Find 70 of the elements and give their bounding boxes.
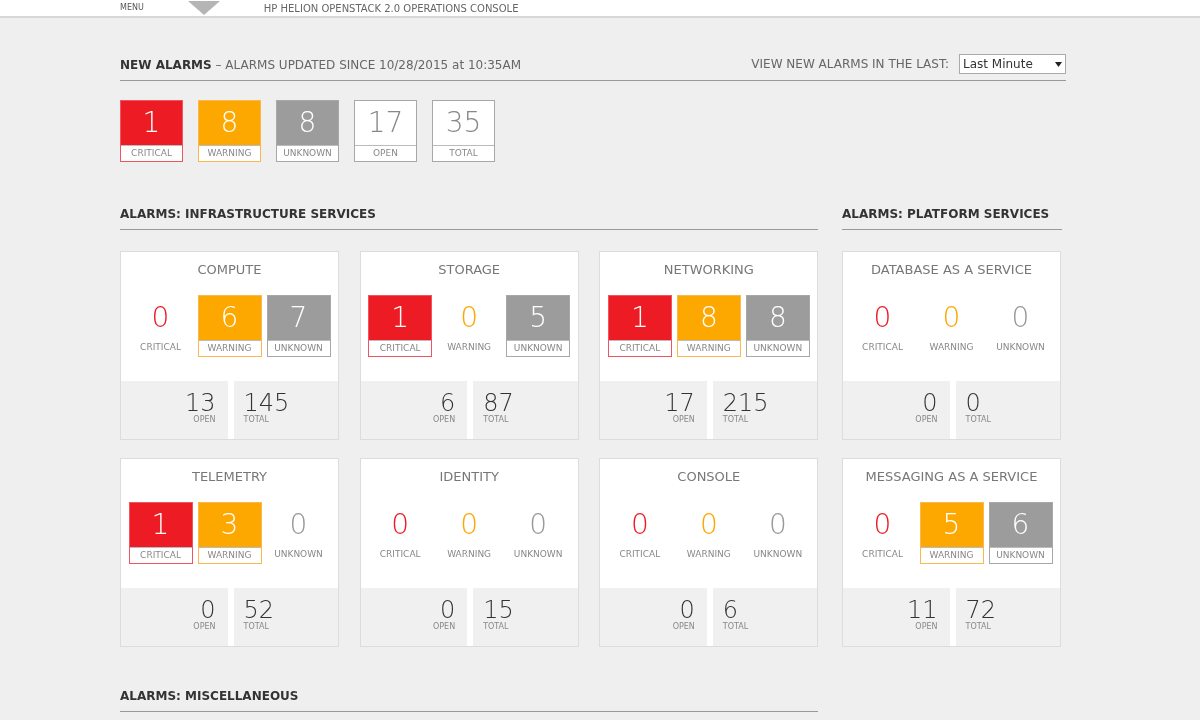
total-count: 215 TOTAL	[712, 381, 818, 439]
alarm-count: 0 CRITICAL	[618, 506, 662, 561]
service-card[interactable]: COMPUTE 0 CRITICAL 6 WARNING 7 UNKNOWN 13 OPEN 145 TOTAL	[120, 251, 339, 440]
card-title: NETWORKING	[662, 261, 755, 279]
alarm-count: 0 CRITICAL	[378, 506, 422, 561]
alarm-count: 0 WARNING	[685, 506, 732, 561]
total-count: 145 TOTAL	[233, 381, 338, 439]
card-title: STORAGE	[437, 261, 502, 279]
alarm-count: 0 UNKNOWN	[995, 299, 1046, 354]
alarm-count: 0 CRITICAL	[139, 299, 182, 354]
alarm-count[interactable]: 5 UNKNOWN	[506, 295, 571, 357]
open-count: 0 OPEN	[843, 381, 950, 439]
alarm-summary[interactable]: 1 CRITICAL	[120, 100, 183, 162]
total-count: 52 TOTAL	[233, 588, 338, 646]
card-title: IDENTITY	[438, 468, 500, 486]
service-card[interactable]: DATABASE AS A SERVICE 0 CRITICAL 0 WARNING 0 UNKNOWN 0 OPEN 0 TOTAL	[842, 251, 1061, 440]
filter-label: VIEW NEW ALARMS IN THE LAST:	[751, 56, 949, 73]
alarm-count[interactable]: 7 UNKNOWN	[266, 295, 331, 357]
open-count: 0 OPEN	[360, 588, 468, 646]
section-heading: ALARMS: MISCELLANEOUS	[120, 687, 818, 712]
caret-icon	[1055, 61, 1062, 67]
alarm-count[interactable]: 8 UNKNOWN	[745, 295, 810, 357]
section-heading: ALARMS: PLATFORM SERVICES	[842, 205, 1062, 230]
service-card[interactable]: TELEMETRY 1 CRITICAL 3 WARNING 0 UNKNOWN 0 OPEN 52 TOTAL	[120, 458, 339, 647]
alarm-count: 0 UNKNOWN	[512, 506, 564, 561]
service-card[interactable]: STORAGE 1 CRITICAL 0 WARNING 5 UNKNOWN 6 OPEN 87 TOTAL	[359, 251, 579, 440]
menu-button[interactable]: MENU	[120, 2, 144, 14]
alarm-count[interactable]: 1 CRITICAL	[368, 295, 433, 357]
service-card[interactable]: CONSOLE 0 CRITICAL 0 WARNING 0 UNKNOWN 0 OPEN 6 TOTAL	[599, 458, 819, 647]
open-count: 11 OPEN	[843, 588, 950, 646]
open-count: 0 OPEN	[600, 588, 707, 646]
alarm-count: 0 CRITICAL	[861, 506, 904, 561]
total-count: 72 TOTAL	[955, 588, 1060, 646]
alarm-summary[interactable]: 8 UNKNOWN	[276, 100, 339, 162]
total-count: 15 TOTAL	[473, 588, 578, 646]
alarm-count[interactable]: 5 WARNING	[919, 502, 984, 564]
alarm-count: 0 UNKNOWN	[273, 506, 324, 561]
time-dropdown[interactable]: Last Minute	[959, 54, 1066, 74]
alarm-count[interactable]: 8 WARNING	[676, 295, 741, 357]
alarm-count[interactable]: 6 WARNING	[197, 295, 262, 357]
total-count: 6 TOTAL	[712, 588, 818, 646]
card-title: DATABASE AS A SERVICE	[870, 261, 1033, 279]
alarm-count: 0 CRITICAL	[861, 299, 904, 354]
open-count: 17 OPEN	[600, 381, 707, 439]
open-count: 6 OPEN	[360, 381, 468, 439]
service-card[interactable]: IDENTITY 0 CRITICAL 0 WARNING 0 UNKNOWN 0 OPEN 15 TOTAL	[359, 458, 579, 647]
card-title: COMPUTE	[196, 261, 263, 279]
open-count: 0 OPEN	[121, 588, 228, 646]
card-title: CONSOLE	[676, 468, 742, 486]
section-heading: ALARMS: INFRASTRUCTURE SERVICES	[120, 205, 818, 230]
console-title: HP HELION OPENSTACK 2.0 OPERATIONS CONSOLE	[263, 1, 519, 16]
alarm-summary[interactable]: 35 TOTAL	[432, 100, 495, 162]
alarm-count: 0 WARNING	[446, 506, 493, 561]
alarm-count[interactable]: 6 UNKNOWN	[988, 502, 1053, 564]
card-title: MESSAGING AS A SERVICE	[864, 468, 1039, 486]
alarm-count: 0 UNKNOWN	[752, 506, 804, 561]
section-heading: NEW ALARMS – ALARMS UPDATED SINCE 10/28/2015 at 10:35AM	[120, 57, 522, 74]
service-card[interactable]: MESSAGING AS A SERVICE 0 CRITICAL 5 WARNING 6 UNKNOWN 11 OPEN 72 TOTAL	[842, 458, 1061, 647]
alarm-count[interactable]: 1 CRITICAL	[607, 295, 672, 357]
service-card[interactable]: NETWORKING 1 CRITICAL 8 WARNING 8 UNKNOWN 17 OPEN 215 TOTAL	[599, 251, 819, 440]
alarm-count[interactable]: 1 CRITICAL	[128, 502, 193, 564]
open-count: 13 OPEN	[121, 381, 228, 439]
total-count: 0 TOTAL	[955, 381, 1060, 439]
total-count: 87 TOTAL	[473, 381, 578, 439]
alarm-count[interactable]: 3 WARNING	[197, 502, 262, 564]
alarm-count: 0 WARNING	[446, 299, 493, 354]
alarm-summary[interactable]: 17 OPEN	[354, 100, 417, 162]
card-title: TELEMETRY	[190, 468, 269, 486]
alarm-count: 0 WARNING	[928, 299, 975, 354]
alarm-summary[interactable]: 8 WARNING	[198, 100, 261, 162]
